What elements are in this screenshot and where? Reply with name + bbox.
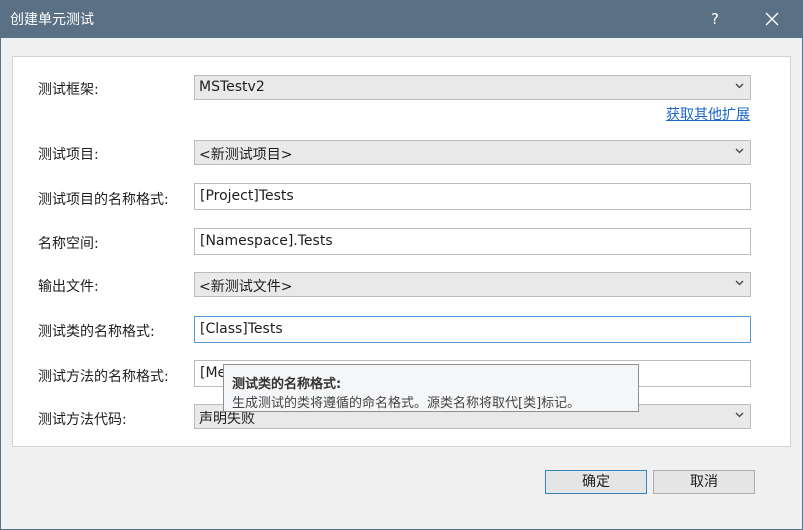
namespace-label: 名称空间: [38,236,99,252]
field-tooltip: 测试类的名称格式: 生成测试的类将遵循的命名格式。源类名称将取代[类]标记。 [223,364,639,412]
test-method-code-label: 测试方法代码: [38,412,127,428]
test-class-name-format-value: [Class]Tests [200,321,283,337]
chevron-down-icon [735,280,744,286]
test-class-name-format-input[interactable]: [Class]Tests [194,316,751,343]
chevron-down-icon [735,148,744,154]
test-project-value: <新测试项目> [199,147,293,163]
namespace-input[interactable]: [Namespace].Tests [194,228,751,255]
window-title: 创建单元测试 [10,12,94,28]
title-bar: 创建单元测试 ? [0,0,803,38]
tooltip-body: 生成测试的类将遵循的命名格式。源类名称将取代[类]标记。 [232,396,581,411]
test-project-name-format-value: [Project]Tests [200,188,294,204]
test-method-name-format-label: 测试方法的名称格式: [38,369,169,385]
cancel-button[interactable]: 取消 [653,470,755,494]
test-project-label: 测试项目: [38,147,99,163]
namespace-value: [Namespace].Tests [200,233,333,249]
test-framework-dropdown[interactable]: MSTestv2 [194,75,751,100]
get-extensions-link[interactable]: 获取其他扩展 [666,104,750,124]
ok-button[interactable]: 确定 [545,470,647,494]
test-framework-value: MSTestv2 [199,79,265,95]
test-framework-label: 测试框架: [38,82,99,98]
test-project-name-format-input[interactable]: [Project]Tests [194,183,751,210]
output-file-label: 输出文件: [38,279,99,295]
test-project-name-format-label: 测试项目的名称格式: [38,192,169,208]
output-file-dropdown[interactable]: <新测试文件> [194,272,751,297]
output-file-value: <新测试文件> [199,279,293,295]
test-project-dropdown[interactable]: <新测试项目> [194,140,751,165]
chevron-down-icon [735,412,744,418]
close-icon [765,12,779,26]
tooltip-title: 测试类的名称格式: [232,377,342,392]
close-button[interactable] [756,4,788,34]
test-class-name-format-label: 测试类的名称格式: [38,324,155,340]
help-button[interactable]: ? [700,4,730,34]
chevron-down-icon [735,83,744,89]
